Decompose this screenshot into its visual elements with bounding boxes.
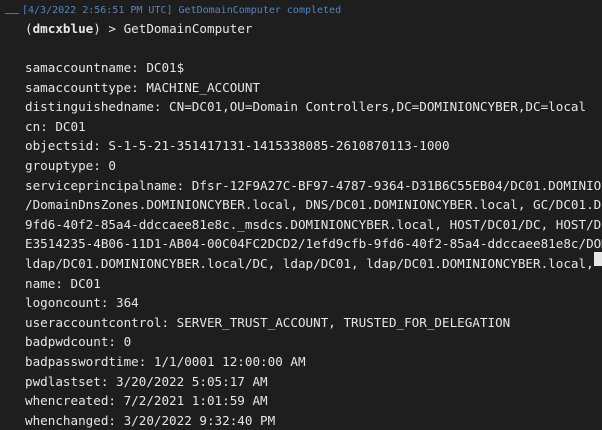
prompt-command: ) > GetDomainComputer xyxy=(93,21,253,36)
output-line: ldap/DC01.DOMINIONCYBER.local/DC, ldap/D… xyxy=(25,255,602,271)
command-output: samaccountname: DC01$ samaccounttype: MA… xyxy=(25,58,602,430)
task-status-text: [4/3/2022 2:56:51 PM UTC] GetDomainCompu… xyxy=(22,5,342,16)
output-line: samaccounttype: MACHINE_ACCOUNT xyxy=(25,79,261,95)
output-line: E3514235-4B06-11D1-AB04-00C04FC2DCD2/1ef… xyxy=(25,236,602,252)
output-line: pwdlastset: 3/20/2022 5:05:17 AM xyxy=(25,373,268,389)
output-line: objectsid: S-1-5-21-351417131-1415338085… xyxy=(25,138,450,154)
text-cursor xyxy=(594,252,602,266)
output-line: badpasswordtime: 1/1/0001 12:00:00 AM xyxy=(25,353,306,369)
output-line: cn: DC01 xyxy=(25,118,86,134)
output-line: /DomainDnsZones.DOMINIONCYBER.local, DNS… xyxy=(25,197,602,213)
prompt-open-paren: ( xyxy=(25,21,33,36)
output-line: grouptype: 0 xyxy=(25,157,116,173)
output-line: serviceprincipalname: Dfsr-12F9A27C-BF97… xyxy=(25,177,602,193)
command-prompt: (dmcxblue) > GetDomainComputer xyxy=(25,20,253,38)
output-line: 9fd6-40f2-85a4-ddccaee81e8c._msdcs.DOMIN… xyxy=(25,216,602,232)
output-line: samaccountname: DC01$ xyxy=(25,60,185,75)
collapse-dash-icon[interactable] xyxy=(5,13,19,14)
output-line: distinguishedname: CN=DC01,OU=Domain Con… xyxy=(25,99,587,115)
output-line: name: DC01 xyxy=(25,275,101,291)
output-line: whencreated: 7/2/2021 1:01:59 AM xyxy=(25,393,268,409)
prompt-user: dmcxblue xyxy=(32,21,94,36)
output-line: useraccountcontrol: SERVER_TRUST_ACCOUNT… xyxy=(25,314,511,330)
task-status-header: [4/3/2022 2:56:51 PM UTC] GetDomainCompu… xyxy=(0,4,602,18)
output-line: logoncount: 364 xyxy=(25,295,139,311)
output-line: badpwdcount: 0 xyxy=(25,334,132,350)
